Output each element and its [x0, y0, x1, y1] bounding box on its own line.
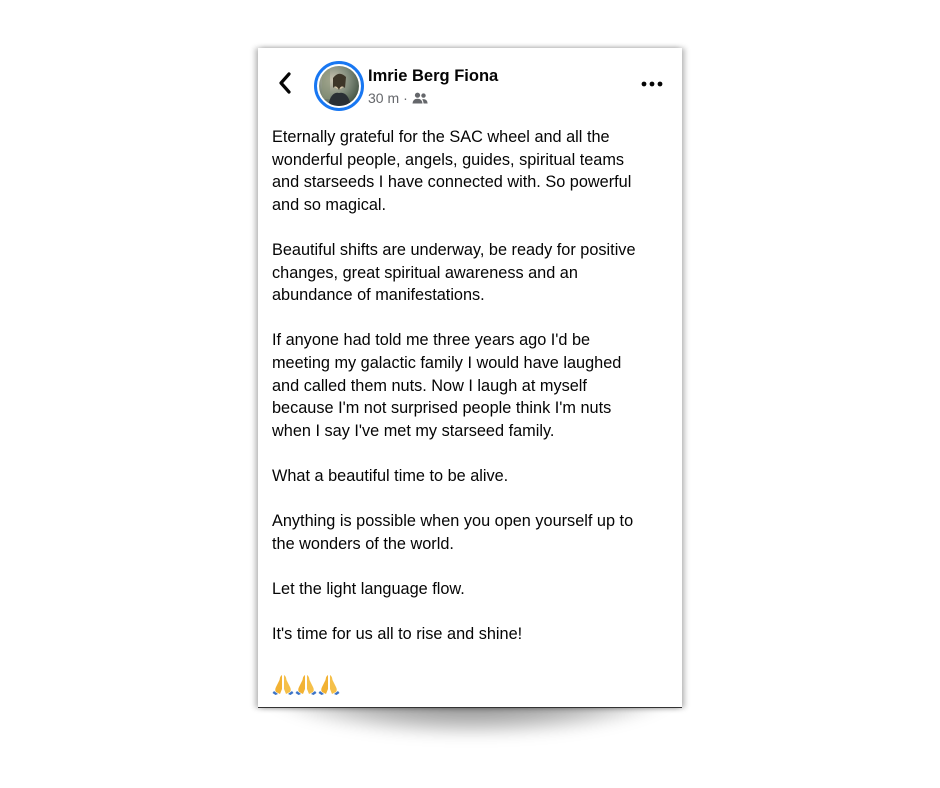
chevron-left-icon — [279, 72, 291, 94]
avatar-photo — [319, 66, 359, 106]
post-paragraph: Let the light language flow. — [272, 579, 465, 598]
post-paragraph: Eternally grateful for the SAC wheel and… — [272, 128, 632, 214]
folded-hands-emoji-icon — [272, 675, 294, 695]
post-paragraph: It's time for us all to rise and shine! — [272, 625, 523, 644]
avatar[interactable] — [314, 61, 364, 111]
post-paragraph: If anyone had told me three years ago I'… — [272, 331, 622, 440]
post-body: Eternally grateful for the SAC wheel and… — [272, 126, 672, 668]
author-name[interactable]: Imrie Berg Fiona — [368, 67, 498, 86]
post-paragraph: What a beautiful time to be alive. — [272, 466, 509, 485]
meta-separator: · — [403, 90, 408, 106]
stage: Imrie Berg Fiona 30 m · Eternally gratef… — [0, 0, 940, 788]
post-card: Imrie Berg Fiona 30 m · Eternally gratef… — [258, 48, 682, 708]
post-header: Imrie Berg Fiona 30 m · — [258, 48, 682, 118]
friends-icon — [412, 92, 428, 104]
post-timestamp[interactable]: 30 m — [368, 90, 399, 106]
back-button[interactable] — [274, 68, 296, 98]
post-paragraph: Beautiful shifts are underway, be ready … — [272, 240, 636, 305]
post-meta: 30 m · — [368, 90, 428, 106]
folded-hands-emoji-icon — [295, 675, 317, 695]
more-horizontal-icon — [641, 81, 663, 87]
emoji-row — [272, 673, 340, 695]
folded-hands-emoji-icon — [318, 675, 340, 695]
more-options-button[interactable] — [640, 72, 664, 96]
post-paragraph: Anything is possible when you open yours… — [272, 512, 634, 553]
